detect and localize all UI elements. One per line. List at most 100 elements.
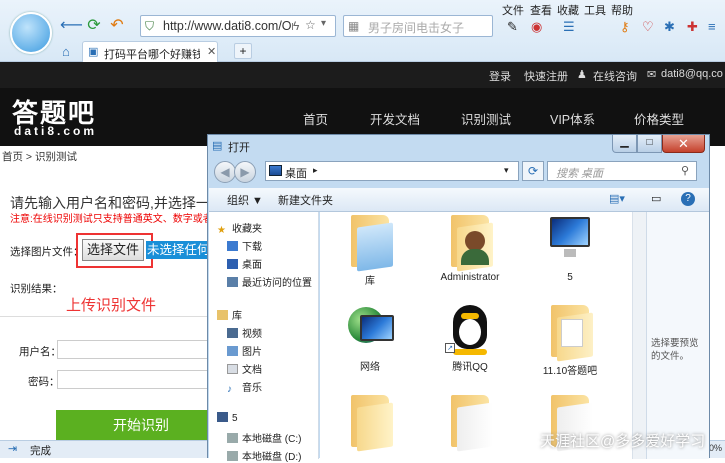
dialog-forward-icon[interactable]: ▶: [234, 161, 256, 183]
sidebar-drive-c-label: 本地磁盘 (C:): [242, 434, 302, 445]
new-tab-button[interactable]: +: [234, 43, 252, 59]
dialog-scrollbar[interactable]: [632, 212, 646, 459]
gear-icon[interactable]: ✚: [687, 19, 698, 35]
view-icon[interactable]: ▤▾: [609, 192, 625, 205]
menu-icon[interactable]: ≡: [708, 19, 716, 34]
status-text: 完成: [30, 445, 51, 457]
nav-home[interactable]: 首页: [303, 109, 328, 128]
maximize-button[interactable]: □: [637, 135, 662, 153]
network-icon: [346, 305, 394, 355]
file-item-administrator[interactable]: Administrator: [430, 215, 510, 283]
translate-icon[interactable]: ☰: [563, 19, 575, 35]
sidebar-favorites[interactable]: ★ 收藏夹: [217, 220, 262, 236]
nav-docs[interactable]: 开发文档: [370, 109, 420, 128]
lightning-icon[interactable]: ϟ: [293, 19, 299, 33]
menu-favorites[interactable]: 收藏: [557, 2, 579, 18]
password-label: 密码：: [28, 376, 60, 388]
sidebar-desktop-label: 桌面: [242, 260, 262, 271]
dialog-back-icon[interactable]: ◀: [214, 161, 236, 183]
search-input[interactable]: 男子房间电击女子: [368, 19, 464, 36]
address-bar[interactable]: ⛉ http://www.dati8.com/Or ϟ ☆ ▾: [140, 15, 336, 37]
tab-active[interactable]: ▣ 打码平台哪个好赚钱_答题 ✕: [82, 41, 218, 62]
sidebar-item-music[interactable]: ♪ 音乐: [227, 379, 262, 395]
email-link[interactable]: dati8@qq.co: [661, 68, 723, 80]
sidebar-item-documents[interactable]: 文档: [227, 361, 262, 376]
dialog-search[interactable]: 搜索 桌面 ⚲: [547, 161, 697, 181]
computer-icon: [217, 412, 228, 422]
file-label-network: 网络: [360, 362, 380, 373]
sidebar-pictures-label: 图片: [242, 347, 262, 358]
help-icon[interactable]: ?: [681, 192, 695, 206]
dropdown-icon[interactable]: ▾: [321, 18, 326, 29]
path-chevron-icon[interactable]: ▸: [313, 165, 318, 176]
sidebar-toggle-icon[interactable]: ⇥: [8, 442, 17, 455]
path-dropdown-icon[interactable]: ▾: [504, 165, 509, 176]
undo-icon[interactable]: ↶: [107, 16, 127, 36]
register-link[interactable]: 快速注册: [524, 68, 568, 84]
minimize-button[interactable]: ▁: [612, 135, 637, 153]
sidebar-item-recent[interactable]: 最近访问的位置: [227, 274, 312, 289]
menu-help[interactable]: 帮助: [611, 2, 633, 18]
file-item-network[interactable]: 网络: [330, 305, 410, 373]
security-icon[interactable]: ♡: [642, 19, 654, 35]
close-tab-icon[interactable]: ✕: [207, 45, 216, 58]
nav-vip[interactable]: VIP体系: [550, 109, 595, 128]
menu-file[interactable]: 文件: [502, 2, 524, 18]
online-consult-link[interactable]: 在线咨询: [593, 68, 637, 84]
desktop-icon: [269, 165, 282, 176]
chat-icon: ♟: [577, 69, 587, 81]
dialog-search-icon[interactable]: ⚲: [681, 164, 689, 177]
nav-price[interactable]: 价格类型: [634, 109, 684, 128]
file-item-folder-5[interactable]: [430, 395, 510, 452]
search-bar[interactable]: ▦ 男子房间电击女子: [343, 15, 493, 37]
weibo-icon[interactable]: ◉: [531, 19, 542, 35]
username-input[interactable]: [57, 340, 215, 359]
sidebar-item-videos[interactable]: 视频: [227, 325, 262, 340]
nav-test[interactable]: 识别测试: [461, 109, 511, 128]
folder-icon: [447, 395, 493, 452]
sidebar-libraries[interactable]: 库: [217, 307, 242, 322]
dialog-path-text: 桌面: [285, 168, 307, 180]
bookmark-icon[interactable]: ✎: [507, 19, 518, 35]
preview-pane-icon[interactable]: ▭: [651, 192, 661, 205]
file-item-dati8-folder[interactable]: 11.10答题吧: [530, 305, 610, 377]
close-button[interactable]: ✕: [662, 135, 705, 153]
search-engine-icon: ▦: [348, 19, 360, 33]
dialog-path-bar[interactable]: 桌面 ▸ ▾: [265, 161, 519, 181]
sidebar-item-downloads[interactable]: 下载: [227, 238, 262, 253]
sidebar-item-pictures[interactable]: 图片: [227, 343, 262, 358]
file-item-qq[interactable]: ↗ 腾讯QQ: [430, 305, 510, 373]
star-icon[interactable]: ☆: [305, 18, 316, 32]
highlight-box: [76, 233, 153, 268]
file-label-administrator: Administrator: [440, 272, 500, 283]
dialog-search-input[interactable]: 搜索 桌面: [556, 165, 603, 181]
sidebar-downloads-label: 下载: [242, 242, 262, 253]
plugin-icon[interactable]: ✱: [664, 19, 675, 35]
new-folder-button[interactable]: 新建文件夹: [278, 192, 333, 208]
sidebar-computer[interactable]: 5: [217, 412, 238, 424]
home-icon[interactable]: ⌂: [62, 44, 70, 59]
file-item-computer[interactable]: 5: [530, 215, 610, 283]
sidebar-item-drive-d[interactable]: 本地磁盘 (D:): [227, 448, 301, 463]
sidebar-item-desktop[interactable]: 桌面: [227, 256, 262, 271]
file-item-library[interactable]: 库: [330, 215, 410, 287]
recent-icon: [227, 277, 238, 287]
notice-text: 注意:在线识别测试只支持普通英文、数字或者汉字: [10, 214, 233, 225]
site-logo-sub: dati8.com: [14, 124, 98, 138]
login-link[interactable]: 登录: [489, 68, 511, 84]
sidebar-item-drive-c[interactable]: 本地磁盘 (C:): [227, 430, 301, 445]
password-input[interactable]: [57, 370, 215, 389]
sidebar-videos-label: 视频: [242, 329, 262, 340]
user-folder-icon: [447, 215, 493, 272]
organize-button[interactable]: 组织 ▼: [227, 192, 263, 208]
folder-icon: [547, 305, 593, 362]
refresh-icon[interactable]: ⟳: [84, 16, 104, 36]
file-item-folder-4[interactable]: [330, 395, 410, 452]
dialog-refresh-icon[interactable]: ⟳: [522, 161, 544, 181]
key-icon[interactable]: ⚷: [620, 19, 630, 35]
menu-view[interactable]: 查看: [530, 2, 552, 18]
start-recognition-button[interactable]: 开始识别: [56, 410, 226, 440]
back-icon[interactable]: ⟵: [60, 16, 83, 36]
no-file-text: 未选择任何: [146, 241, 212, 259]
menu-tools[interactable]: 工具: [584, 2, 606, 18]
